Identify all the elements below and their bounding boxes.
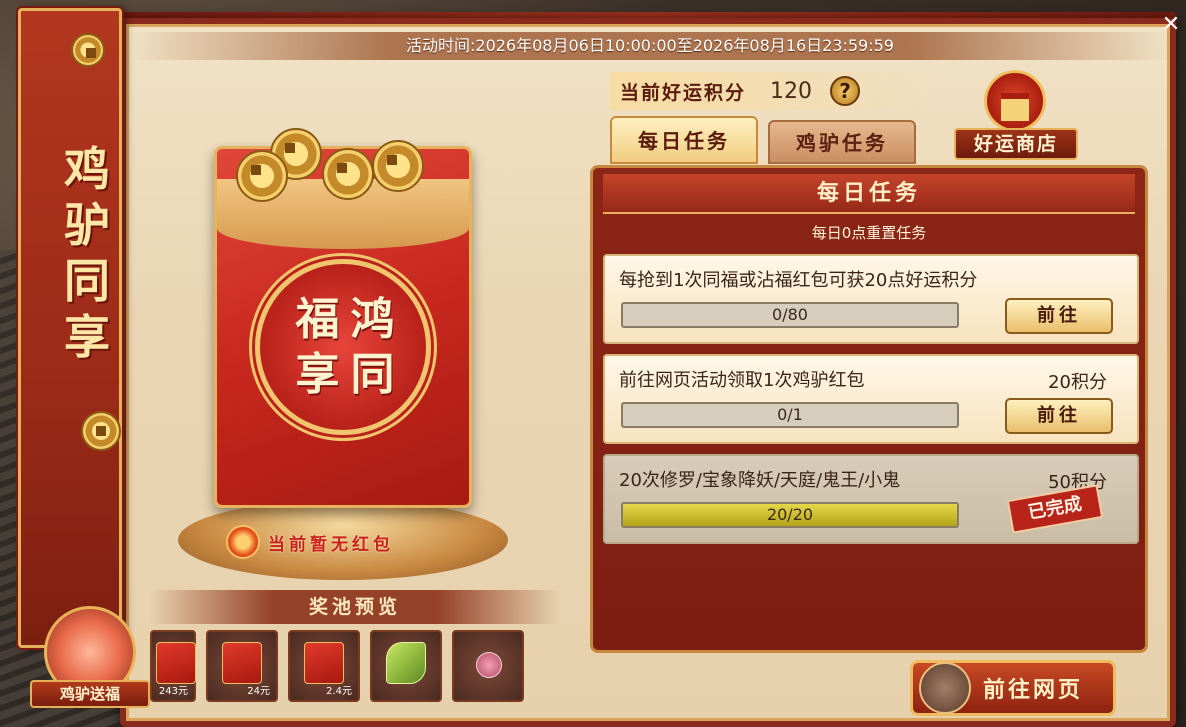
pool-item[interactable]: [452, 630, 524, 702]
pool-item-amount: 2.4元: [326, 686, 352, 697]
luck-shop-label: 好运商店: [954, 128, 1078, 160]
task-progress-bar: 20/20: [621, 502, 959, 528]
pool-item[interactable]: 24元: [206, 630, 278, 702]
luck-shop-button[interactable]: 好运商店: [954, 70, 1078, 162]
go-webpage-button[interactable]: 前往网页: [910, 660, 1116, 716]
seal-char: 福: [295, 294, 340, 345]
help-icon[interactable]: ?: [830, 76, 861, 106]
pool-item-amount: 24元: [247, 686, 270, 697]
task-item: 每抢到1次同福或沾福红包可获20点好运积分 0/80 前往: [603, 254, 1139, 344]
task-panel-subtitle: 每日0点重置任务: [811, 224, 927, 242]
envelope-seal: 福 鸿 享 同: [255, 259, 431, 435]
task-progress-text: 20/20: [766, 505, 814, 524]
pool-item[interactable]: 243元: [150, 630, 196, 702]
task-progress-bar: 0/80: [621, 302, 959, 328]
task-panel-title: 每日任务: [603, 174, 1135, 214]
seal-text: 福 鸿 享 同: [290, 292, 400, 402]
envelope-status-text: 当前暂无红包: [268, 534, 394, 555]
go-webpage-label: 前往网页: [983, 678, 1084, 703]
coin-icon: [236, 150, 288, 202]
coin-icon: [81, 411, 121, 451]
event-title: 鸡驴同享: [64, 142, 110, 364]
envelope-status: 当前暂无红包: [222, 522, 452, 562]
completed-stamp: 已完成: [1006, 484, 1104, 534]
coin-icon: [372, 140, 424, 192]
seal-char: 同: [350, 349, 395, 400]
task-name: 前往网页活动领取1次鸡驴红包: [619, 370, 865, 391]
task-progress-text: 0/80: [772, 305, 808, 324]
donkey-blessing-button[interactable]: 鸡驴送福: [30, 600, 150, 720]
donkey-blessing-label: 鸡驴送福: [30, 680, 150, 708]
event-banner: 鸡驴同享: [18, 8, 122, 648]
seal-char: 享: [295, 349, 340, 400]
red-packet-icon: [304, 642, 344, 684]
task-go-button[interactable]: 前往: [1005, 398, 1113, 434]
task-name: 20次修罗/宝象降妖/天庭/鬼王/小鬼: [619, 470, 901, 491]
pink-gem-icon: [476, 652, 502, 678]
shop-icon: [984, 70, 1046, 132]
prize-pool-list: 243元 24元 2.4元: [150, 630, 524, 704]
red-packet-icon: [222, 642, 262, 684]
tab-donkey-tasks[interactable]: 鸡驴任务: [768, 120, 916, 164]
prize-pool-title: 奖池预览: [150, 590, 560, 624]
flame-icon: [226, 525, 260, 559]
task-points: 20积分: [1048, 372, 1107, 393]
pool-item[interactable]: 2.4元: [288, 630, 360, 702]
leaf-item-icon: [386, 642, 426, 684]
luck-points-value: 120: [770, 78, 813, 104]
task-progress-text: 0/1: [777, 405, 803, 424]
pool-item[interactable]: [370, 630, 442, 702]
luck-points-bar: 当前好运积分 120 ?: [610, 72, 940, 110]
task-go-button[interactable]: 前往: [1005, 298, 1113, 334]
activity-time: 活动时间:2026年08月06日10:00:00至2026年08月16日23:5…: [130, 32, 1170, 60]
task-item: 20次修罗/宝象降妖/天庭/鬼王/小鬼 50积分 20/20 已完成: [603, 454, 1139, 544]
task-name: 每抢到1次同福或沾福红包可获20点好运积分: [619, 270, 978, 291]
close-icon[interactable]: ✕: [1160, 14, 1182, 36]
luck-points-label: 当前好运积分: [620, 81, 747, 104]
seal-char: 鸿: [350, 294, 395, 345]
donkey-avatar-icon: [919, 662, 971, 714]
coin-icon: [322, 148, 374, 200]
task-panel: 每日任务 每日0点重置任务 每抢到1次同福或沾福红包可获20点好运积分 0/80…: [590, 165, 1148, 653]
red-packet-icon: [156, 642, 196, 684]
task-progress-bar: 0/1: [621, 402, 959, 428]
coin-icon: [71, 33, 105, 67]
pool-item-amount: 243元: [158, 686, 188, 697]
tab-daily-tasks[interactable]: 每日任务: [610, 116, 758, 164]
task-item: 前往网页活动领取1次鸡驴红包 20积分 0/1 前往: [603, 354, 1139, 444]
